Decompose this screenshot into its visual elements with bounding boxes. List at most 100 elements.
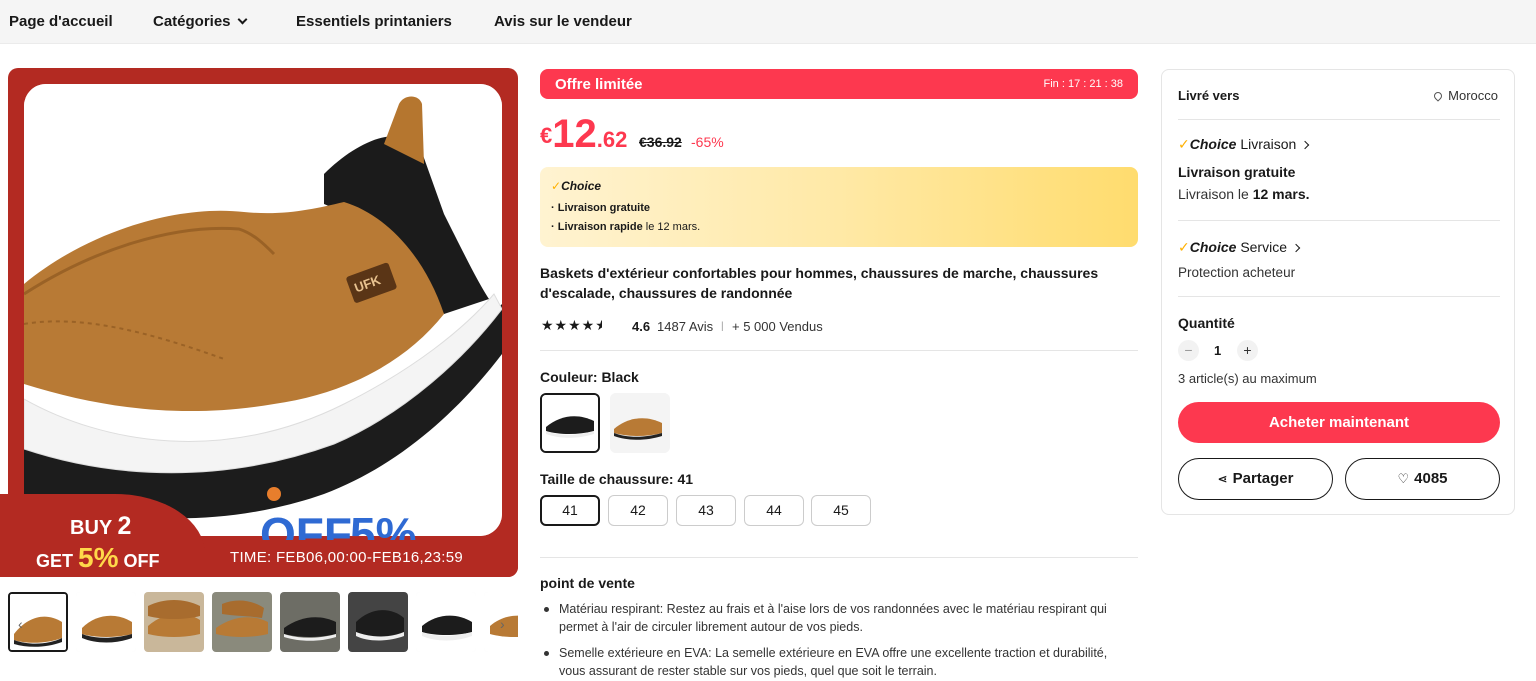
checkmark-icon: ✓ [1178, 136, 1190, 152]
size-option-42[interactable]: 42 [608, 495, 668, 526]
panel-choice-brand: Choice [1189, 239, 1237, 255]
rating-value: 4.6 [632, 319, 651, 334]
choice-fast-delivery-date: le 12 mars. [642, 221, 701, 233]
chevron-down-icon [237, 14, 247, 25]
review-count[interactable]: 1487 Avis [657, 319, 713, 334]
nav-spring-essentials[interactable]: Essentiels printaniers [296, 13, 452, 30]
price-currency: € [540, 123, 553, 148]
buyer-protection-text: Protection acheteur [1178, 265, 1296, 280]
thumbnail-5[interactable] [280, 592, 340, 652]
promo-get-line: GET 5% OFF [36, 542, 160, 574]
original-price: €36.92 [639, 134, 682, 150]
thumbnail-2[interactable] [76, 592, 136, 652]
promo-get-percent: 5% [78, 542, 119, 573]
nav-home[interactable]: Page d'accueil [9, 13, 113, 30]
checkmark-icon: ✓ [1178, 239, 1190, 255]
thumbnail-strip [8, 592, 518, 654]
thumbnail-6[interactable] [348, 592, 408, 652]
heart-icon: ♡ [1397, 471, 1410, 486]
color-option-brown[interactable] [610, 393, 670, 453]
promo-get-off: OFF [123, 551, 160, 571]
quantity-decrease-button[interactable]: − [1178, 340, 1199, 361]
size-option-44[interactable]: 44 [744, 495, 804, 526]
color-label: Couleur: Black [540, 369, 639, 385]
thumbnail-prev-icon[interactable]: ‹ [18, 616, 32, 632]
nav-categories-label: Catégories [153, 13, 231, 30]
size-option-45[interactable]: 45 [811, 495, 871, 526]
choice-delivery-link[interactable]: ✓Choice Livraison [1178, 136, 1310, 153]
choice-fast-delivery-bold: · Livraison rapide [551, 221, 643, 233]
choice-brand: Choice [561, 179, 602, 193]
delivery-date-text: Livraison le 12 mars. [1178, 186, 1310, 202]
choice-benefits-box: ✓Choice · Livraison gratuite · Livraison… [540, 167, 1138, 247]
promo-get-text: GET [36, 551, 74, 571]
purchase-panel: Livré vers Morocco ✓Choice Livraison Liv… [1161, 69, 1515, 515]
selling-points-list: Matériau respirant: Restez au frais et à… [540, 600, 1120, 681]
promo-discount-graphic: OFF 5% [260, 508, 417, 540]
location-pin-icon [1432, 90, 1444, 102]
nav-categories[interactable]: Catégories [153, 13, 247, 30]
choice-logo: ✓Choice [551, 179, 601, 193]
wishlist-count: 4085 [1414, 470, 1448, 487]
image-frame: UFK [24, 84, 502, 536]
choice-service-link[interactable]: ✓Choice Service [1178, 239, 1301, 256]
wishlist-button[interactable]: ♡ 4085 [1345, 458, 1500, 500]
shoe-illustration: UFK [24, 84, 502, 536]
chevron-right-icon [1301, 140, 1310, 150]
buy-now-button[interactable]: Acheter maintenant [1178, 402, 1500, 443]
promo-buy-line: BUY 2 [70, 512, 131, 541]
panel-choice-brand: Choice [1189, 136, 1237, 152]
limited-offer-bar: Offre limitée Fin : 17 : 21 : 38 [540, 69, 1138, 99]
thumbnail-1[interactable] [8, 592, 68, 652]
separator: | [721, 321, 724, 332]
promo-buy-text: BUY [70, 517, 112, 539]
sold-count: + 5 000 Vendus [732, 319, 823, 334]
selling-point-item: Matériau respirant: Restez au frais et à… [540, 600, 1120, 636]
divider [1178, 220, 1500, 221]
divider [540, 350, 1138, 351]
shipping-country[interactable]: Morocco [1432, 88, 1498, 103]
size-option-43[interactable]: 43 [676, 495, 736, 526]
thumbnail-next-icon[interactable]: › [500, 616, 514, 632]
livraison-link-label: Livraison [1240, 136, 1297, 152]
product-title: Baskets d'extérieur confortables pour ho… [540, 265, 1099, 301]
top-nav: Page d'accueil Catégories Essentiels pri… [0, 0, 1536, 44]
quantity-value[interactable]: 1 [1214, 343, 1221, 358]
share-icon: ⋖ [1217, 472, 1228, 486]
chevron-right-icon [1291, 243, 1301, 253]
delivery-date-prefix: Livraison le [1178, 186, 1253, 202]
price-decimal: .62 [596, 127, 628, 152]
divider [1178, 119, 1500, 120]
discount-percent: -65% [691, 134, 724, 150]
thumbnail-3[interactable] [144, 592, 204, 652]
checkmark-icon: ✓ [551, 179, 562, 193]
deliver-to-label: Livré vers [1178, 88, 1240, 103]
choice-fast-delivery: · Livraison rapide le 12 mars. [551, 221, 700, 233]
thumbnail-4[interactable] [212, 592, 272, 652]
promo-buy-number: 2 [117, 512, 132, 540]
star-rating-icon: ★★★★★ [541, 317, 602, 333]
quantity-increase-button[interactable]: + [1237, 340, 1258, 361]
price-integer: 12 [552, 112, 597, 156]
size-option-41[interactable]: 41 [540, 495, 600, 526]
quantity-label: Quantité [1178, 315, 1235, 331]
promo-time-range: TIME: FEB06,00:00-FEB16,23:59 [230, 549, 463, 566]
offer-label: Offre limitée [555, 76, 643, 93]
thumbnail-7[interactable] [416, 592, 476, 652]
selling-points-title: point de vente [540, 575, 635, 591]
free-delivery-text: Livraison gratuite [1178, 164, 1296, 180]
color-option-black[interactable] [540, 393, 600, 453]
nav-seller-reviews[interactable]: Avis sur le vendeur [494, 13, 632, 30]
divider [1178, 296, 1500, 297]
divider [540, 557, 1138, 558]
max-quantity-note: 3 article(s) au maximum [1178, 371, 1317, 386]
selling-point-item: Semelle extérieure en EVA: La semelle ex… [540, 644, 1120, 680]
current-price: €12.62 [540, 112, 627, 157]
service-link-label: Service [1240, 239, 1287, 255]
share-button[interactable]: ⋖ Partager [1178, 458, 1333, 500]
share-label: Partager [1232, 470, 1294, 487]
size-label: Taille de chaussure: 41 [540, 471, 694, 487]
choice-free-delivery: · Livraison gratuite [551, 202, 651, 214]
offer-timer: Fin : 17 : 21 : 38 [1043, 78, 1124, 90]
shipping-country-name: Morocco [1448, 88, 1498, 103]
